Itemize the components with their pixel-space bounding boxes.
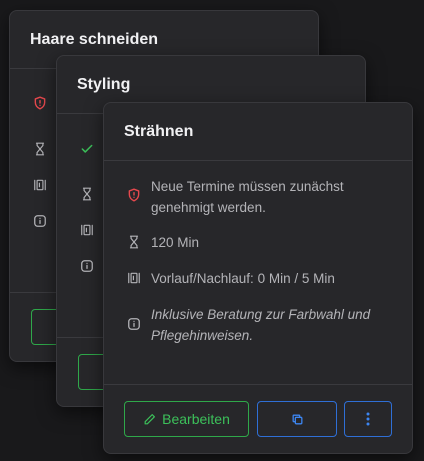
duration-text: 120 Min [151,235,200,250]
approval-note: Neue Termine müssen zunächst genehmigt w… [151,179,344,215]
buffer-text: Vorlauf/Nachlauf: 0 Min / 5 Min [151,271,335,286]
service-card-straehnen: Strähnen Neue Termine müssen zunächst ge… [103,102,413,454]
edit-button[interactable]: Bearbeiten [124,401,249,437]
pencil-icon [144,413,156,424]
description-text: Inklusive Beratung zur Farbwahl und Pfle… [151,307,371,343]
copy-icon [292,414,302,424]
buffer-icon [33,178,47,192]
info-icon [33,214,47,228]
hourglass-icon [127,235,141,249]
more-options-button[interactable] [344,401,392,437]
card-title: Strähnen [124,123,194,140]
hourglass-icon [33,142,47,156]
hourglass-icon [80,187,94,201]
buffer-icon [80,223,94,237]
check-icon [80,142,94,156]
duplicate-button[interactable] [257,401,337,437]
buffer-icon [127,271,141,285]
more-vertical-icon [366,412,370,426]
edit-button-label: Bearbeiten [162,411,230,427]
card-title: Haare schneiden [30,31,159,48]
info-icon [80,259,94,273]
shield-alert-icon [33,96,47,110]
shield-alert-icon [127,188,141,202]
card-divider [104,160,412,161]
info-icon [127,317,141,331]
card-footer-divider [104,384,412,385]
card-title: Styling [77,76,131,93]
